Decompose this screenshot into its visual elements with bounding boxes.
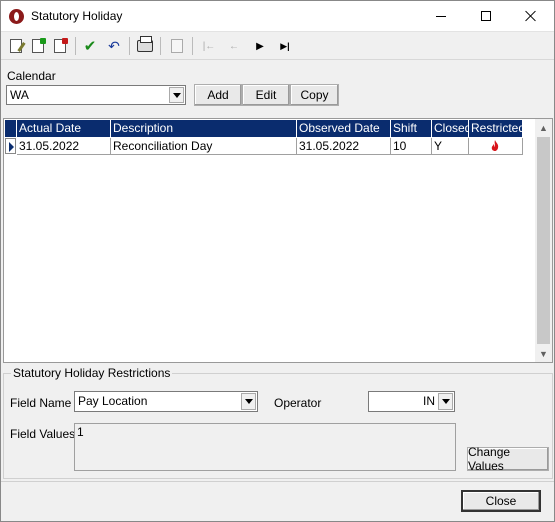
edit-document-icon (10, 39, 22, 53)
maximize-icon (481, 11, 491, 21)
field-name-select[interactable]: Pay Location (74, 391, 258, 412)
print-button[interactable] (136, 36, 154, 55)
toolbar-separator (160, 37, 161, 55)
grid-header: Actual Date Description Observed Date Sh… (4, 119, 525, 137)
flame-icon (491, 140, 499, 151)
field-name-dropdown-button[interactable] (241, 393, 256, 410)
undo-button[interactable]: ↶ (105, 37, 123, 55)
save-button[interactable]: ✔ (81, 37, 99, 55)
undo-icon: ↶ (108, 37, 120, 54)
window-title: Statutory Holiday (31, 9, 123, 23)
toolbar: ✔ ↶ |← ← ▶ ▶| (1, 32, 554, 60)
field-name-label: Field Name (10, 396, 72, 410)
close-window-button[interactable] (509, 1, 553, 31)
cell-restricted[interactable] (469, 138, 523, 155)
toolbar-separator (192, 37, 193, 55)
column-header-restricted[interactable]: Restricted (469, 120, 523, 137)
scroll-up-button[interactable]: ▲ (535, 119, 552, 136)
refresh-icon (171, 39, 183, 53)
next-record-button[interactable]: ▶ (251, 37, 269, 55)
footer-divider (1, 481, 554, 482)
chevron-down-icon (172, 92, 181, 98)
next-record-icon: ▶ (256, 40, 264, 52)
restrictions-group-title: Statutory Holiday Restrictions (11, 366, 173, 380)
current-row-indicator[interactable] (5, 138, 16, 154)
chevron-down-icon (441, 399, 450, 404)
title-bar: Statutory Holiday (1, 1, 554, 32)
copy-button[interactable]: Copy (290, 84, 339, 106)
column-header-observed-date[interactable]: Observed Date (297, 120, 391, 137)
statutory-holiday-window: Statutory Holiday ✔ ↶ |← ← ▶ ▶| Calendar… (0, 0, 555, 522)
current-row-arrow-icon (9, 142, 14, 152)
minimize-button[interactable] (419, 1, 463, 31)
chevron-down-icon (244, 399, 253, 404)
last-record-icon: ▶| (280, 40, 290, 51)
operator-value: IN (423, 394, 435, 408)
toolbar-separator (75, 37, 76, 55)
change-values-button[interactable]: Change Values (467, 445, 549, 473)
cell-description[interactable]: Reconciliation Day (111, 138, 297, 155)
scroll-down-button[interactable]: ▼ (535, 345, 552, 362)
close-button[interactable]: Close (461, 490, 541, 512)
previous-record-button[interactable]: ← (225, 37, 243, 55)
operator-select[interactable]: IN (368, 391, 455, 412)
chevron-up-icon: ▲ (539, 122, 548, 133)
maximize-button[interactable] (464, 1, 508, 31)
delete-document-icon (54, 38, 68, 53)
minimize-icon (436, 15, 446, 17)
edit-document-button[interactable] (7, 37, 25, 55)
calendar-dropdown-button[interactable] (169, 87, 184, 103)
new-document-button[interactable] (29, 37, 47, 55)
delete-document-button[interactable] (51, 37, 69, 55)
holiday-grid[interactable]: Actual Date Description Observed Date Sh… (3, 118, 553, 363)
column-header-description[interactable]: Description (111, 120, 297, 137)
first-record-icon: |← (202, 40, 216, 52)
first-record-button[interactable]: |← (200, 37, 218, 55)
edit-button[interactable]: Edit (242, 84, 290, 106)
field-name-value: Pay Location (78, 394, 148, 408)
calendar-label: Calendar (7, 69, 56, 83)
cell-shift[interactable]: 10 (391, 138, 432, 155)
app-logo-icon (9, 9, 24, 24)
calendar-select[interactable]: WA (6, 85, 186, 105)
cell-actual-date[interactable]: 31.05.2022 (17, 138, 111, 155)
toolbar-separator (129, 37, 130, 55)
cell-observed-date[interactable]: 31.05.2022 (297, 138, 391, 155)
add-button[interactable]: Add (194, 84, 242, 106)
cell-closed[interactable]: Y (432, 138, 469, 155)
scrollbar-thumb[interactable] (537, 137, 550, 344)
last-record-button[interactable]: ▶| (276, 37, 294, 55)
column-header-shift[interactable]: Shift (391, 120, 432, 137)
check-icon: ✔ (83, 38, 97, 55)
operator-label: Operator (274, 396, 322, 410)
grid-vertical-scrollbar[interactable]: ▲ ▼ (535, 119, 552, 362)
field-values-label: Field Values (10, 427, 76, 441)
previous-record-icon: ← (229, 40, 239, 52)
field-values-box: 1 (74, 423, 456, 471)
operator-dropdown-button[interactable] (438, 393, 453, 410)
print-icon (137, 36, 153, 52)
column-header-actual-date[interactable]: Actual Date (17, 120, 111, 137)
field-values-value: 1 (77, 425, 84, 439)
column-header-closed[interactable]: Closed (432, 120, 469, 137)
calendar-select-value: WA (10, 88, 29, 102)
new-document-icon (32, 38, 46, 53)
chevron-down-icon: ▼ (539, 348, 548, 359)
refresh-button[interactable] (168, 37, 186, 55)
close-icon (525, 10, 537, 22)
